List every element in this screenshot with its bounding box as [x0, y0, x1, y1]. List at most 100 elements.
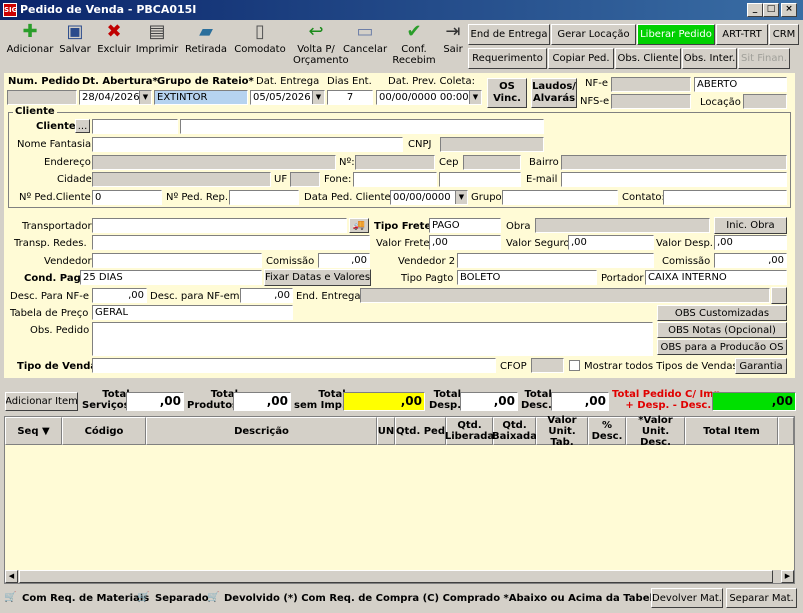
grid-column-header[interactable]: Código	[62, 417, 146, 445]
nfse-field[interactable]	[611, 94, 691, 109]
data-ped-field[interactable]: 00/00/0000 ▼	[390, 190, 468, 205]
valor-seguro-field[interactable]: ,00	[568, 235, 654, 250]
art-trt-button[interactable]: ART-TRT	[716, 24, 768, 45]
chevron-down-icon[interactable]: ▼	[312, 91, 324, 104]
transp-redes-field[interactable]	[92, 235, 370, 250]
nped-cliente-field[interactable]: 0	[92, 190, 162, 205]
fixar-datas-button[interactable]: Fixar Datas e Valores	[264, 269, 371, 286]
truck-icon[interactable]: 🚚	[349, 218, 369, 233]
tipo-pagto-field[interactable]: BOLETO	[457, 270, 597, 285]
minimize-button[interactable]: _	[747, 3, 763, 17]
cep-field[interactable]	[463, 155, 521, 170]
liberar-pedido-button[interactable]: Liberar Pedido	[637, 24, 715, 45]
email-field[interactable]	[561, 172, 787, 187]
obs-customizadas-button[interactable]: OBS Customizadas	[657, 305, 787, 321]
grid-column-header[interactable]: *Valor Unit. Desc.	[626, 415, 685, 448]
toolbar-add-button[interactable]: ✚ Adicionar	[5, 22, 55, 72]
cliente-code-field[interactable]	[92, 119, 178, 134]
contato-field[interactable]	[663, 190, 787, 205]
dat-prev-field[interactable]: 00/00/0000 00:00 ▼	[376, 90, 482, 105]
obs-inter-button[interactable]: Obs. Inter.	[682, 48, 737, 69]
maximize-button[interactable]: □	[763, 3, 779, 17]
nome-fantasia-field[interactable]	[92, 137, 403, 152]
toolbar-truck-button[interactable]: ▰ Retirada	[182, 22, 230, 72]
grid-column-header[interactable]: Seq ▼	[5, 417, 62, 445]
garantia-button[interactable]: Garantia	[735, 358, 787, 374]
mostrar-todos-checkbox[interactable]	[569, 360, 580, 371]
endereco-field[interactable]	[92, 155, 336, 170]
transportador-field[interactable]	[92, 218, 347, 233]
grupo-rateio-field[interactable]: EXTINTOR	[154, 90, 248, 105]
cond-pagto-field[interactable]: 25 DIAS	[80, 270, 262, 285]
cliente-browse-button[interactable]: ...	[75, 119, 90, 133]
tabela-preco-field[interactable]: GERAL	[92, 305, 293, 320]
cliente-name-field[interactable]	[180, 119, 544, 134]
fone-field[interactable]	[353, 172, 437, 187]
nped-rep-field[interactable]	[229, 190, 299, 205]
desc-nfem-field[interactable]: ,00	[240, 288, 293, 303]
end-entrega-browse-button[interactable]	[771, 287, 787, 304]
grupo-field[interactable]	[502, 190, 618, 205]
tipo-venda-field[interactable]	[92, 358, 496, 373]
grid-column-header[interactable]: % Desc.	[588, 417, 626, 445]
uf-field[interactable]	[290, 172, 320, 187]
inic-obra-button[interactable]: Inic. Obra	[714, 217, 787, 234]
toolbar-return-button[interactable]: ↩ Volta P/ Orçamento	[293, 22, 349, 72]
num-pedido-field[interactable]	[7, 90, 77, 105]
nfe-field[interactable]	[611, 77, 691, 92]
locacao-field[interactable]	[743, 94, 787, 109]
chevron-down-icon[interactable]: ▼	[139, 91, 151, 104]
grid-column-header[interactable]: UN	[377, 417, 395, 445]
requerimento-button[interactable]: Requerimento	[468, 48, 547, 69]
desc-nfe-field[interactable]: ,00	[92, 288, 147, 303]
numero-field[interactable]	[355, 155, 435, 170]
scroll-thumb[interactable]	[19, 570, 773, 583]
toolbar-check-button[interactable]: ✔ Conf. Recebim	[390, 22, 438, 72]
toolbar-save-button[interactable]: ▣ Salvar	[57, 22, 93, 72]
obs-notas-button[interactable]: OBS Notas (Opcional)	[657, 322, 787, 338]
obra-field[interactable]	[535, 218, 710, 233]
toolbar-exit-button[interactable]: ⇥ Sair	[440, 22, 466, 72]
laudos-button[interactable]: Laudos/ Alvarás	[531, 78, 577, 108]
toolbar-delete-button[interactable]: ✖ Excluir	[95, 22, 133, 72]
vendedor-field[interactable]	[92, 253, 262, 268]
valor-desp-field[interactable]: ,00	[714, 235, 787, 250]
comissao-field[interactable]: ,00	[318, 253, 370, 268]
comissao2-field[interactable]: ,00	[714, 253, 787, 268]
devolver-mat-button[interactable]: Devolver Mat.	[651, 588, 723, 608]
toolbar-print-button[interactable]: ▤ Imprimir	[134, 22, 180, 72]
toolbar-document-button[interactable]: ▯ Comodato	[232, 22, 288, 72]
cfop-field[interactable]	[531, 358, 564, 373]
valor-frete-field[interactable]: ,00	[429, 235, 501, 250]
obs-producao-button[interactable]: OBS para a Producão OS	[657, 339, 787, 355]
grid-column-header[interactable]: Qtd. Liberada	[445, 417, 494, 445]
adicionar-item-button[interactable]: Adicionar Item	[5, 392, 78, 411]
portador-field[interactable]: CAIXA INTERNO	[645, 270, 787, 285]
obs-pedido-field[interactable]	[92, 322, 653, 356]
fone2-field[interactable]	[439, 172, 521, 187]
scroll-right-icon[interactable]: ▶	[781, 570, 794, 583]
crm-button[interactable]: CRM	[769, 24, 799, 45]
horizontal-scrollbar[interactable]: ◀ ▶	[5, 570, 794, 583]
chevron-down-icon[interactable]: ▼	[469, 91, 481, 104]
grid-column-header[interactable]: Total Item	[685, 417, 778, 445]
tipo-frete-field[interactable]: PAGO	[429, 218, 501, 233]
end-entrega-button[interactable]: End de Entrega	[468, 24, 550, 45]
obs-cliente-button[interactable]: Obs. Cliente	[615, 48, 681, 69]
cidade-field[interactable]	[92, 172, 271, 187]
dias-ent-field[interactable]: 7	[327, 90, 373, 105]
grid-column-header[interactable]: Valor Unit. Tab.	[536, 415, 588, 448]
grid-column-header[interactable]: Qtd. Ped	[395, 417, 446, 445]
end-entrega-field[interactable]	[360, 288, 770, 303]
vendedor2-field[interactable]	[457, 253, 654, 268]
close-button[interactable]: ×	[781, 3, 797, 17]
grid-column-header[interactable]: Qtd. Baixada	[492, 417, 537, 445]
sit-finan-button[interactable]: Sit Finan.	[738, 48, 790, 69]
separar-mat-button[interactable]: Separar Mat.	[726, 588, 797, 608]
toolbar-cancel-button[interactable]: ▭ Cancelar	[341, 22, 389, 72]
scroll-left-icon[interactable]: ◀	[5, 570, 18, 583]
dat-entrega-field[interactable]: 05/05/2026 ▼	[250, 90, 325, 105]
gerar-locacao-button[interactable]: Gerar Locação	[551, 24, 636, 45]
grid-column-header[interactable]: Descrição	[146, 417, 377, 445]
dt-abertura-field[interactable]: 28/04/2026 ▼	[79, 90, 152, 105]
